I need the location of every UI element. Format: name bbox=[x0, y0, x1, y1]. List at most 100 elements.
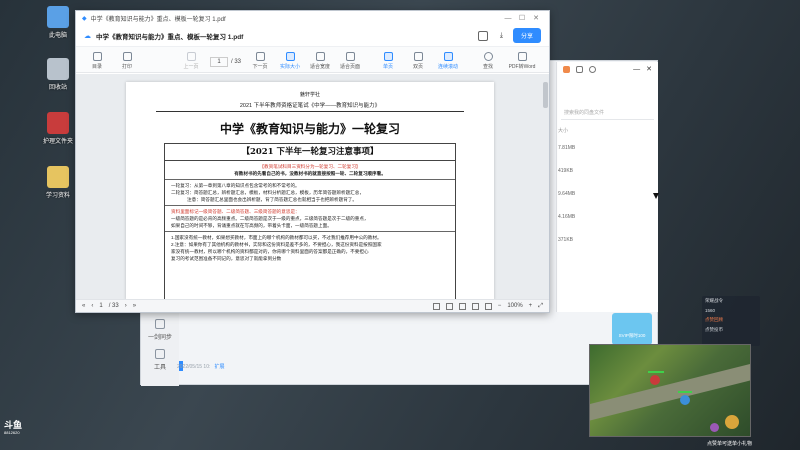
notice-box: 【2021 下半年一轮复习注意事项】 【教资笔试科目三资料分为一轮复习、二轮复习… bbox=[164, 143, 456, 300]
close-icon[interactable]: ✕ bbox=[529, 14, 543, 22]
stream-chat-panel: 荣耀战令 1560 点赞回顾 点赞投币 bbox=[702, 296, 760, 346]
phone-icon[interactable] bbox=[477, 30, 488, 41]
actual-size-button[interactable]: 实际大小 bbox=[275, 52, 305, 70]
settings-icon[interactable] bbox=[589, 65, 596, 73]
search-input[interactable]: 搜索我的同盘文件 bbox=[561, 106, 654, 120]
douyu-logo: 斗鱼 8812620 bbox=[4, 421, 22, 437]
prev-page-icon[interactable]: ‹ bbox=[91, 303, 93, 309]
view-mode-icon[interactable] bbox=[471, 302, 479, 310]
minimize-icon[interactable]: — bbox=[501, 15, 515, 22]
find-button[interactable]: 查找 bbox=[473, 52, 503, 70]
view-mode-icon[interactable] bbox=[445, 302, 453, 310]
toolbar: 目录 打印 上一页 1 / 33 下一页 实际大小 适合宽度 适合页面 单页 双… bbox=[76, 47, 549, 73]
chat-line: 点赞投币 bbox=[705, 327, 723, 332]
fullscreen-icon[interactable]: ⤢ bbox=[538, 303, 543, 310]
fit-page-button[interactable]: 适合页面 bbox=[335, 52, 365, 70]
vertical-scrollbar[interactable] bbox=[543, 82, 548, 108]
zoom-level[interactable]: 100% bbox=[507, 303, 522, 309]
scroll-icon bbox=[443, 52, 453, 61]
download-icon[interactable]: ⤓ bbox=[500, 32, 503, 40]
next-page-icon[interactable]: › bbox=[125, 303, 127, 309]
sidebar-item-tools[interactable]: 工具 bbox=[141, 349, 179, 371]
sidebar-item-label: 一剑同步 bbox=[147, 335, 172, 341]
file-size: 371KB bbox=[558, 237, 574, 243]
desktop-icon-label: 护理文件夹 bbox=[42, 139, 73, 145]
hero-marker bbox=[650, 375, 660, 385]
list-icon bbox=[92, 52, 102, 61]
double-page-button[interactable]: 双页 bbox=[403, 52, 433, 70]
actual-size-icon bbox=[285, 52, 295, 61]
document-viewport[interactable]: 魅轩学社 2021 下半年教师资格证笔试《中学——教育知识与能力》 中学《教育知… bbox=[76, 74, 549, 300]
down-arrow-icon bbox=[255, 52, 265, 61]
status-page-current[interactable]: 1 bbox=[99, 303, 102, 309]
file-size: 7.81MB bbox=[558, 145, 576, 151]
game-stream-preview[interactable] bbox=[589, 344, 751, 437]
view-mode-icon[interactable] bbox=[432, 302, 440, 310]
mouse-cursor bbox=[653, 193, 659, 199]
sidebar-item-sync[interactable]: 一剑同步 bbox=[141, 319, 179, 341]
panel-top-icons: — ✕ bbox=[557, 62, 658, 76]
continuous-scroll-button[interactable]: 连续滚动 bbox=[433, 52, 463, 70]
svip-promo[interactable]: SVIP限时100 bbox=[612, 313, 652, 345]
toolbar-contents[interactable]: 目录 bbox=[82, 52, 112, 70]
file-row[interactable]: 2022/05/15 10: 扩展 bbox=[177, 363, 267, 370]
minimize-icon[interactable]: — bbox=[633, 66, 640, 73]
text-line: 一级简答题的是必背的高频重点。二级简答题是次于一级的重点，三级简答题是次于二级的… bbox=[171, 216, 369, 221]
status-bar: « ‹ 1 / 33 › » − 100% + ⤢ bbox=[76, 299, 549, 312]
last-page-icon[interactable]: » bbox=[133, 303, 136, 309]
chat-line: 1560 bbox=[705, 308, 716, 313]
toolbar-print[interactable]: 打印 bbox=[112, 52, 142, 70]
single-page-button[interactable]: 单页 bbox=[373, 52, 403, 70]
text-line: 资料里面标记一级简答题、二级简答题、三级简答题的意思是： bbox=[171, 209, 300, 214]
zoom-out-icon[interactable]: − bbox=[498, 303, 502, 309]
close-icon[interactable]: ✕ bbox=[646, 65, 652, 73]
desktop-icon-recycle-bin[interactable]: 回收站 bbox=[40, 58, 76, 91]
exam-heading: 2021 下半年教师资格证笔试《中学——教育知识与能力》 bbox=[156, 101, 464, 112]
game-icon[interactable] bbox=[563, 65, 570, 73]
text-line: 注意：简答题汇总里面也会出辨析题，背了简答题汇总也就相当于也把辨析题背了。 bbox=[187, 197, 357, 202]
search-icon bbox=[483, 52, 493, 61]
sync-icon bbox=[155, 319, 165, 329]
recycle-bin-icon bbox=[47, 58, 69, 80]
view-mode-icon[interactable] bbox=[458, 302, 466, 310]
desktop-icon-label: 学习资料 bbox=[45, 193, 70, 199]
word-icon bbox=[517, 52, 527, 61]
zoom-in-icon[interactable]: + bbox=[529, 303, 533, 309]
toolbar-label: 适合页面 bbox=[340, 64, 361, 70]
text-line: 一轮复习：从第一章到第八章的知识点包含常考的和不常考的。 bbox=[171, 183, 300, 188]
text-line: 有教材书的先看自己的书，没教材书的就直接按照一轮、二轮复习顺序看。 bbox=[234, 171, 386, 176]
desktop-icon-label: 回收站 bbox=[48, 85, 67, 91]
divider bbox=[165, 205, 455, 206]
page-number-input[interactable]: 1 bbox=[210, 57, 228, 67]
hero-marker bbox=[680, 395, 690, 405]
share-button[interactable]: 分享 bbox=[512, 28, 541, 43]
next-page-button[interactable]: 下一页 bbox=[245, 52, 275, 70]
fit-width-button[interactable]: 适合宽度 bbox=[305, 52, 335, 70]
mail-icon[interactable] bbox=[576, 65, 583, 73]
document-title: 中学《教育知识与能力》一轮复习 bbox=[219, 122, 400, 136]
file-tag: 扩展 bbox=[214, 364, 225, 370]
desktop-icon-label: 此电脑 bbox=[48, 33, 67, 39]
maximize-icon[interactable]: ☐ bbox=[515, 14, 529, 22]
up-arrow-icon bbox=[186, 52, 196, 61]
desktop-icon-folder-2[interactable]: 学习资料 bbox=[40, 166, 76, 199]
text-line: 2.注意：如果你有了其他机构的教材书，实际和这份资料是差不多的，不要担心，我这份… bbox=[171, 242, 382, 247]
file-detail-panel: — ✕ 搜索我的同盘文件 大小 7.81MB 419KB 9.64MB 4.16… bbox=[556, 62, 658, 312]
toolbar-label: 实际大小 bbox=[280, 64, 301, 70]
first-page-icon[interactable]: « bbox=[82, 303, 85, 309]
chat-line: 点赞回顾 bbox=[705, 317, 723, 322]
file-date: 2022/05/15 10: bbox=[177, 364, 211, 370]
prev-page-button[interactable]: 上一页 bbox=[176, 52, 206, 70]
status-page-total: / 33 bbox=[108, 303, 119, 309]
text-line: 1.国家没有统一教材，如果想买教材，市面上的哪个机构的教材都可以买，不过我们推荐… bbox=[171, 235, 382, 240]
room-id: 8812620 bbox=[4, 430, 20, 435]
cloud-icon: ☁ bbox=[84, 32, 91, 40]
cloud-drive-sidebar: 一剑同步 工具 bbox=[141, 311, 179, 386]
pdf-to-word-button[interactable]: PDF转Word bbox=[503, 52, 541, 70]
view-mode-icon[interactable] bbox=[484, 302, 492, 310]
toolbar-label: 连续滚动 bbox=[438, 64, 459, 70]
divider bbox=[165, 231, 455, 232]
desktop-icon-computer[interactable]: 此电脑 bbox=[40, 6, 76, 39]
computer-icon bbox=[47, 6, 69, 28]
desktop-icon-folder-1[interactable]: 护理文件夹 bbox=[40, 112, 76, 145]
